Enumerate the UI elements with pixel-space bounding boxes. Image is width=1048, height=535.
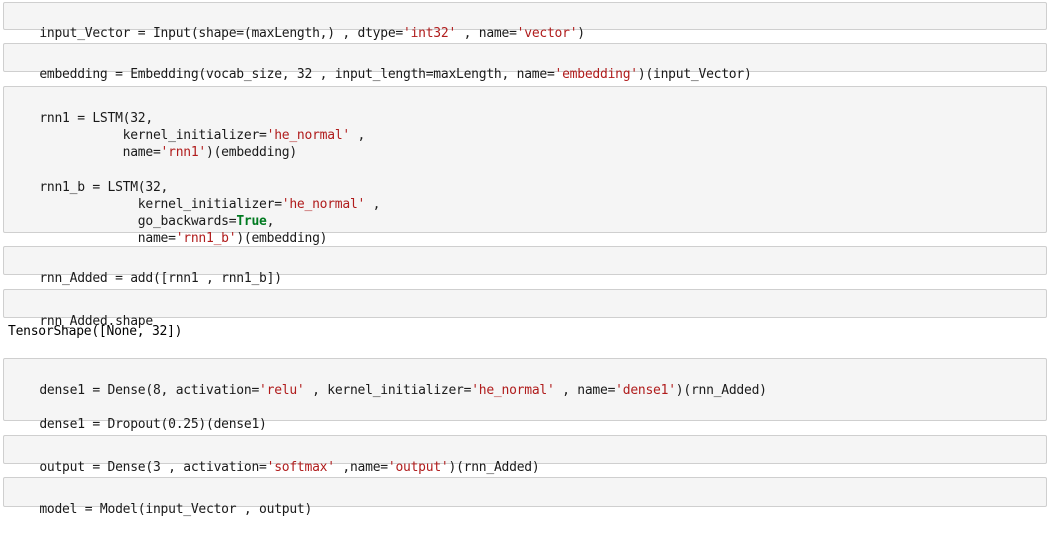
code-cell-input-vector[interactable]: input_Vector = Input(shape=(maxLength,) … xyxy=(3,2,1047,41)
code-text: name= xyxy=(39,231,176,246)
cell-output: TensorShape([None, 32]) xyxy=(8,324,183,339)
code-cell-embedding[interactable]: embedding = Embedding(vocab_size, 32 , i… xyxy=(3,43,1047,82)
code-line: model = Model(input_Vector , output) xyxy=(9,484,312,517)
string-literal: 'output' xyxy=(387,460,449,475)
string-literal: 'vector' xyxy=(516,26,578,41)
code-text: , name= xyxy=(456,26,517,41)
code-text: , kernel_initializer= xyxy=(304,383,472,398)
code-text: dense1 = Dropout(0.25)(dense1) xyxy=(39,417,267,432)
code-cell-dense[interactable]: dense1 = Dense(8, activation='relu' , ke… xyxy=(3,358,1047,432)
string-literal: 'embedding' xyxy=(554,67,639,82)
code-line: dense1 = Dense(8, activation='relu' , ke… xyxy=(9,365,767,398)
string-literal: 'rnn1' xyxy=(160,145,207,160)
code-text: output = Dense(3 , activation= xyxy=(39,460,267,475)
code-cell-lstm[interactable]: rnn1 = LSTM(32, kernel_initializer='he_n… xyxy=(3,86,1047,246)
code-line: kernel_initializer='he_normal' , xyxy=(9,110,366,143)
string-literal: 'softmax' xyxy=(266,460,335,475)
code-text: rnn_Added = add([rnn1 , rnn1_b]) xyxy=(39,271,282,286)
code-line: name='rnn1')(embedding) xyxy=(9,127,298,160)
code-line: dense1 = Dropout(0.25)(dense1) xyxy=(9,399,267,432)
code-text: ) xyxy=(577,26,585,41)
code-cell-add[interactable]: rnn_Added = add([rnn1 , rnn1_b]) xyxy=(3,246,1047,286)
code-cell-shape[interactable]: rnn_Added.shape xyxy=(3,289,1047,329)
code-line: embedding = Embedding(vocab_size, 32 , i… xyxy=(9,49,751,82)
code-line: rnn1_b = LSTM(32, xyxy=(9,162,168,195)
code-text: dense1 = Dense(8, activation= xyxy=(39,383,260,398)
string-literal: 'he_normal' xyxy=(471,383,555,398)
code-text: )(rnn_Added) xyxy=(675,383,767,398)
string-literal: 'rnn1_b' xyxy=(175,231,237,246)
string-literal: 'he_normal' xyxy=(281,197,366,212)
code-line: kernel_initializer='he_normal' , xyxy=(9,179,381,212)
code-cell-output[interactable]: output = Dense(3 , activation='softmax' … xyxy=(3,435,1047,475)
code-text: )(embedding) xyxy=(206,145,297,160)
code-text: )(rnn_Added) xyxy=(448,460,540,475)
code-line: rnn1 = LSTM(32, xyxy=(9,93,153,126)
code-text: , name= xyxy=(554,383,616,398)
code-line: input_Vector = Input(shape=(maxLength,) … xyxy=(9,8,585,41)
code-text: name= xyxy=(39,145,161,160)
code-line: go_backwards=True, xyxy=(9,196,275,229)
code-text: )(embedding) xyxy=(236,231,328,246)
code-text: embedding = Embedding(vocab_size, 32 , i… xyxy=(39,67,555,82)
string-literal: 'int32' xyxy=(403,26,457,41)
code-text: ,name= xyxy=(334,460,388,475)
code-line: name='rnn1_b')(embedding) xyxy=(9,213,328,246)
code-text: input_Vector = Input(shape=(maxLength,) … xyxy=(39,26,403,41)
code-text: , xyxy=(349,128,366,143)
string-literal: 'dense1' xyxy=(615,383,676,398)
code-line: rnn_Added.shape xyxy=(9,296,153,329)
string-literal: 'relu' xyxy=(259,383,305,398)
code-text: model = Model(input_Vector , output) xyxy=(39,502,313,517)
code-line: rnn_Added = add([rnn1 , rnn1_b]) xyxy=(9,253,282,286)
code-text: , xyxy=(365,197,381,212)
code-text: )(input_Vector) xyxy=(637,67,752,82)
code-cell-model[interactable]: model = Model(input_Vector , output) xyxy=(3,477,1047,517)
code-line: output = Dense(3 , activation='softmax' … xyxy=(9,442,539,475)
